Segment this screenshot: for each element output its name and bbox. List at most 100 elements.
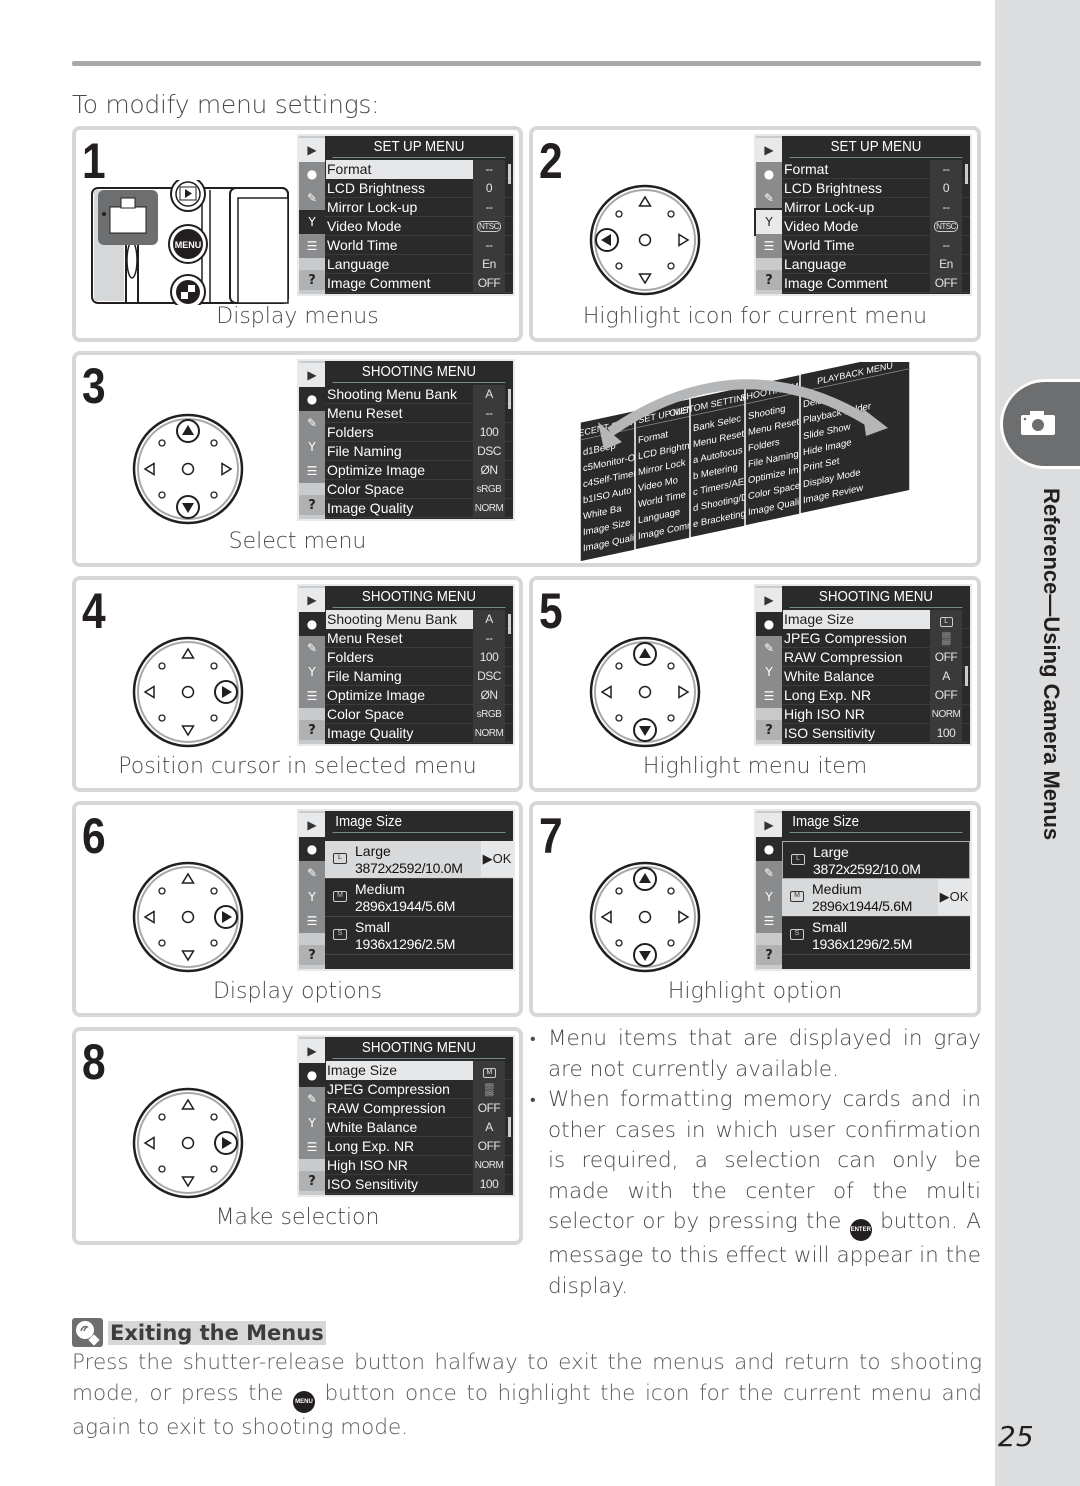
option-item[interactable]: S Small 1936x1296/2.5M	[325, 917, 513, 955]
help-icon[interactable]: ?	[299, 1171, 325, 1191]
menu-item[interactable]: Mirror Lock-up --	[782, 198, 970, 217]
menu-item[interactable]: JPEG Compression ▒	[325, 1080, 513, 1099]
menu-item[interactable]: White Balance A	[782, 667, 970, 686]
menu-item[interactable]: ISO Sensitivity 100	[325, 1175, 513, 1194]
menu-item[interactable]: Image Comment OFF	[325, 274, 513, 293]
tab-custom-icon[interactable]: ✎	[299, 861, 325, 885]
menu-item[interactable]: Language En	[782, 255, 970, 274]
tab-playback-icon[interactable]: ▶	[299, 813, 325, 837]
tab-shooting-icon[interactable]: ●	[299, 1063, 325, 1087]
help-icon[interactable]: ?	[756, 720, 782, 740]
menu-item[interactable]: Long Exp. NR OFF	[325, 1137, 513, 1156]
menu-item[interactable]: Color Space sRGB	[325, 480, 513, 499]
menu-item[interactable]: World Time --	[782, 236, 970, 255]
tab-shooting-icon[interactable]: ●	[299, 162, 325, 186]
menu-item[interactable]: High ISO NR NORM	[325, 1156, 513, 1175]
menu-item[interactable]: Language En	[325, 255, 513, 274]
scrollbar[interactable]	[965, 666, 968, 686]
scrollbar[interactable]	[508, 614, 511, 634]
menu-item[interactable]: Shooting Menu Bank A	[325, 610, 513, 629]
menu-item[interactable]: White Balance A	[325, 1118, 513, 1137]
help-icon[interactable]: ?	[299, 270, 325, 290]
tab-playback-icon[interactable]: ▶	[299, 138, 325, 162]
menu-item[interactable]: ISO Sensitivity 100	[782, 724, 970, 743]
menu-item[interactable]: LCD Brightness 0	[782, 179, 970, 198]
menu-item[interactable]: Format --	[782, 160, 970, 179]
tab-recent-icon[interactable]: ☰	[299, 459, 325, 483]
help-icon[interactable]: ?	[756, 945, 782, 965]
menu-item[interactable]: LCD Brightness 0	[325, 179, 513, 198]
menu-item[interactable]: File Naming DSC	[325, 442, 513, 461]
menu-item[interactable]: World Time --	[325, 236, 513, 255]
tab-shooting-icon[interactable]: ●	[756, 837, 782, 861]
tab-playback-icon[interactable]: ▶	[299, 363, 325, 387]
tab-setup-icon[interactable]: Y	[299, 435, 325, 459]
tab-playback-icon[interactable]: ▶	[756, 588, 782, 612]
menu-item[interactable]: RAW Compression OFF	[325, 1099, 513, 1118]
menu-item[interactable]: Image Quality NORM	[325, 499, 513, 518]
tab-custom-icon[interactable]: ✎	[756, 636, 782, 660]
menu-item[interactable]: JPEG Compression ▒	[782, 629, 970, 648]
menu-item[interactable]: File Naming DSC	[325, 667, 513, 686]
tab-custom-icon[interactable]: ✎	[299, 1087, 325, 1111]
menu-item[interactable]: Mirror Lock-up --	[325, 198, 513, 217]
tab-shooting-icon[interactable]: ●	[299, 387, 325, 411]
tab-playback-icon[interactable]: ▶	[299, 588, 325, 612]
tab-setup-icon[interactable]: Y	[299, 1111, 325, 1135]
tab-custom-icon[interactable]: ✎	[299, 186, 325, 210]
menu-item[interactable]: Image Comment OFF	[782, 274, 970, 293]
tab-recent-icon[interactable]: ☰	[299, 684, 325, 708]
option-item[interactable]: M Medium 2896x1944/5.6M ▶OK	[782, 879, 970, 917]
help-icon[interactable]: ?	[299, 945, 325, 965]
tab-custom-icon[interactable]: ✎	[299, 411, 325, 435]
menu-item[interactable]: Folders 100	[325, 423, 513, 442]
option-item[interactable]: L Large 3872x2592/10.0M	[782, 841, 970, 879]
menu-item[interactable]: Video Mode NTSC	[325, 217, 513, 236]
tab-recent-icon[interactable]: ☰	[756, 684, 782, 708]
tab-custom-icon[interactable]: ✎	[756, 186, 782, 210]
tab-recent-icon[interactable]: ☰	[756, 909, 782, 933]
option-item[interactable]: S Small 1936x1296/2.5M	[782, 917, 970, 955]
help-icon[interactable]: ?	[299, 495, 325, 515]
menu-item[interactable]: Color Space sRGB	[325, 705, 513, 724]
menu-item[interactable]: Image Size L	[782, 610, 970, 629]
menu-item[interactable]: Optimize Image ØN	[325, 686, 513, 705]
tab-recent-icon[interactable]: ☰	[299, 234, 325, 258]
menu-item[interactable]: RAW Compression OFF	[782, 648, 970, 667]
tab-shooting-icon[interactable]: ●	[756, 612, 782, 636]
menu-item[interactable]: Long Exp. NR OFF	[782, 686, 970, 705]
help-icon[interactable]: ?	[756, 270, 782, 290]
tab-shooting-icon[interactable]: ●	[756, 162, 782, 186]
tab-playback-icon[interactable]: ▶	[756, 813, 782, 837]
tab-custom-icon[interactable]: ✎	[756, 861, 782, 885]
ok-button[interactable]: ▶OK	[938, 879, 970, 915]
tab-shooting-icon[interactable]: ●	[299, 837, 325, 861]
tab-setup-icon[interactable]: Y	[756, 885, 782, 909]
menu-item[interactable]: Format --	[325, 160, 513, 179]
menu-item[interactable]: Optimize Image ØN	[325, 461, 513, 480]
scrollbar[interactable]	[508, 1117, 511, 1137]
tab-playback-icon[interactable]: ▶	[299, 1039, 325, 1063]
menu-item[interactable]: Menu Reset --	[325, 404, 513, 423]
tab-custom-icon[interactable]: ✎	[299, 636, 325, 660]
ok-button[interactable]: ▶OK	[481, 841, 513, 877]
tab-playback-icon[interactable]: ▶	[756, 138, 782, 162]
tab-setup-icon[interactable]: Y	[299, 885, 325, 909]
tab-recent-icon[interactable]: ☰	[299, 1135, 325, 1159]
tab-setup-icon[interactable]: Y	[756, 660, 782, 684]
menu-item[interactable]: Video Mode NTSC	[782, 217, 970, 236]
scrollbar[interactable]	[965, 164, 968, 184]
tab-shooting-icon[interactable]: ●	[299, 612, 325, 636]
menu-item[interactable]: Image Size M	[325, 1061, 513, 1080]
option-item[interactable]: L Large 3872x2592/10.0M ▶OK	[325, 841, 513, 879]
menu-item[interactable]: Menu Reset --	[325, 629, 513, 648]
tab-recent-icon[interactable]: ☰	[756, 234, 782, 258]
menu-item[interactable]: Folders 100	[325, 648, 513, 667]
menu-item[interactable]: Shooting Menu Bank A	[325, 385, 513, 404]
option-item[interactable]: M Medium 2896x1944/5.6M	[325, 879, 513, 917]
help-icon[interactable]: ?	[299, 720, 325, 740]
tab-recent-icon[interactable]: ☰	[299, 909, 325, 933]
scrollbar[interactable]	[508, 164, 511, 184]
menu-item[interactable]: High ISO NR NORM	[782, 705, 970, 724]
scrollbar[interactable]	[508, 389, 511, 409]
